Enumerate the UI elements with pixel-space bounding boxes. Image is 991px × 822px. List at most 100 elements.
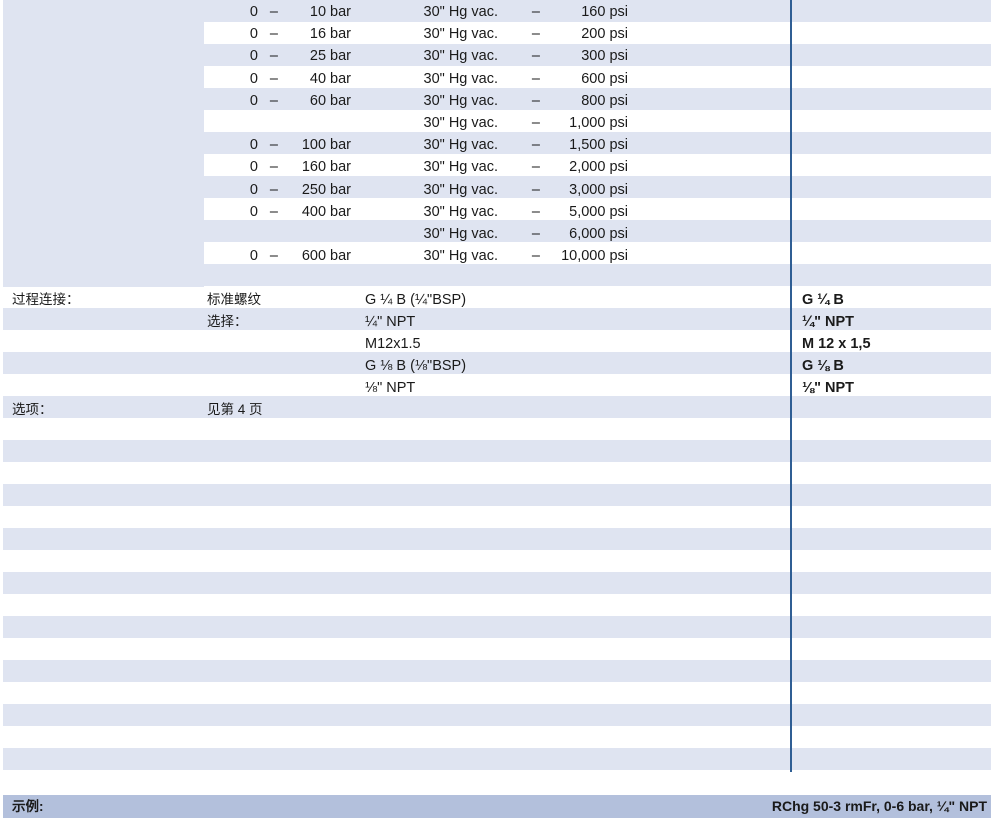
range-vacuum: 30" Hg vac. bbox=[423, 226, 498, 242]
table-row-stripe bbox=[3, 616, 991, 638]
range-dash: – bbox=[269, 48, 278, 65]
range-vacuum: 30" Hg vac. bbox=[423, 70, 498, 87]
range-dash: – bbox=[269, 159, 278, 176]
table-row-stripe bbox=[3, 660, 991, 682]
example-footer: 示例: RChg 50-3 rmFr, 0-6 bar, ¼" NPT bbox=[3, 795, 991, 818]
table-row-stripe bbox=[3, 528, 991, 550]
range-label-panel bbox=[3, 0, 204, 287]
range-bar-max: 60 bar bbox=[309, 92, 351, 109]
table-row-stripe bbox=[3, 748, 991, 770]
range-start: 0 bbox=[249, 203, 258, 220]
range-psi-max: 5,000 psi bbox=[569, 203, 628, 220]
range-dash: – bbox=[269, 26, 278, 43]
range-vacuum: 30" Hg vac. bbox=[423, 181, 498, 198]
table-row-stripe bbox=[3, 704, 991, 726]
range-dash-psi: – bbox=[531, 248, 540, 265]
range-bar-max: 25 bar bbox=[309, 48, 351, 65]
range-dash: – bbox=[269, 203, 278, 220]
range-vacuum: 30" Hg vac. bbox=[423, 248, 498, 265]
range-vacuum: 30" Hg vac. bbox=[423, 137, 498, 154]
range-dash: – bbox=[269, 92, 278, 109]
connection-description: ¼" NPT bbox=[365, 314, 416, 330]
connection-description: G ⅛ B (⅛"BSP) bbox=[365, 358, 467, 374]
range-psi-max: 300 psi bbox=[581, 48, 628, 65]
range-dash-psi: – bbox=[531, 92, 540, 109]
table-row-stripe bbox=[3, 396, 991, 418]
range-dash: – bbox=[269, 248, 278, 265]
table-row-stripe bbox=[3, 462, 991, 484]
table-row-stripe bbox=[3, 506, 991, 528]
range-psi-max: 1,000 psi bbox=[569, 115, 628, 131]
connection-description: G ¼ B (¼"BSP) bbox=[365, 292, 467, 308]
range-dash: – bbox=[269, 4, 278, 20]
range-vacuum: 30" Hg vac. bbox=[423, 92, 498, 109]
range-psi-max: 6,000 psi bbox=[569, 226, 628, 242]
table-row-stripe bbox=[3, 682, 991, 704]
range-psi-max: 10,000 psi bbox=[561, 248, 628, 265]
range-start: 0 bbox=[249, 248, 258, 265]
range-start: 0 bbox=[249, 48, 258, 65]
connection-code: ⅛" NPT bbox=[802, 380, 854, 396]
connection-description: ⅛" NPT bbox=[365, 380, 416, 396]
range-dash-psi: – bbox=[531, 70, 540, 87]
range-vacuum: 30" Hg vac. bbox=[423, 48, 498, 65]
connection-code: G ¼ B bbox=[802, 292, 844, 308]
range-start: 0 bbox=[249, 137, 258, 154]
range-dash-psi: – bbox=[531, 115, 540, 131]
range-start: 0 bbox=[249, 4, 258, 20]
table-row-stripe bbox=[3, 440, 991, 462]
range-dash-psi: – bbox=[531, 181, 540, 198]
range-vacuum: 30" Hg vac. bbox=[423, 115, 498, 131]
range-psi-max: 200 psi bbox=[581, 26, 628, 43]
range-dash: – bbox=[269, 181, 278, 198]
connection-code: ¼" NPT bbox=[802, 314, 854, 330]
range-bar-max: 400 bar bbox=[301, 203, 351, 220]
range-dash-psi: – bbox=[531, 203, 540, 220]
table-row-stripe bbox=[3, 726, 991, 748]
option-label: 选择： bbox=[207, 314, 248, 329]
range-vacuum: 30" Hg vac. bbox=[423, 159, 498, 176]
range-dash-psi: – bbox=[531, 48, 540, 65]
range-bar-max: 250 bar bbox=[301, 181, 351, 198]
connection-code: M 12 x 1,5 bbox=[802, 336, 871, 352]
range-psi-max: 3,000 psi bbox=[569, 181, 628, 198]
process-connection-label: 过程连接： bbox=[12, 292, 80, 307]
table-row-stripe bbox=[3, 550, 991, 572]
range-dash-psi: – bbox=[531, 226, 540, 242]
table-row-stripe bbox=[3, 594, 991, 616]
range-vacuum: 30" Hg vac. bbox=[423, 26, 498, 43]
range-vacuum: 30" Hg vac. bbox=[423, 4, 498, 20]
range-psi-max: 160 psi bbox=[581, 4, 628, 20]
range-bar-max: 100 bar bbox=[301, 137, 351, 154]
table-row-stripe bbox=[3, 484, 991, 506]
range-psi-max: 800 psi bbox=[581, 92, 628, 109]
range-bar-max: 160 bar bbox=[301, 159, 351, 176]
table-row-stripe bbox=[3, 572, 991, 594]
range-dash: – bbox=[269, 137, 278, 154]
range-start: 0 bbox=[249, 92, 258, 109]
options-label: 选项： bbox=[12, 402, 53, 417]
options-value: 见第 4 页 bbox=[207, 402, 263, 417]
range-start: 0 bbox=[249, 26, 258, 43]
range-bar-max: 10 bar bbox=[309, 4, 351, 20]
range-dash-psi: – bbox=[531, 159, 540, 176]
range-dash: – bbox=[269, 70, 278, 87]
range-dash-psi: – bbox=[531, 137, 540, 154]
range-vacuum: 30" Hg vac. bbox=[423, 203, 498, 220]
column-divider bbox=[790, 0, 792, 772]
range-bar-max: 40 bar bbox=[309, 70, 351, 87]
range-dash-psi: – bbox=[531, 4, 540, 20]
table-row-stripe bbox=[3, 418, 991, 440]
table-row-stripe bbox=[3, 638, 991, 660]
connection-description: M12x1.5 bbox=[365, 336, 421, 352]
range-start: 0 bbox=[249, 181, 258, 198]
range-psi-max: 600 psi bbox=[581, 70, 628, 87]
example-code: RChg 50-3 rmFr, 0-6 bar, ¼" NPT bbox=[771, 798, 987, 814]
range-dash-psi: – bbox=[531, 26, 540, 43]
standard-thread-label: 标准螺纹 bbox=[207, 292, 261, 307]
connection-code: G ⅛ B bbox=[802, 358, 844, 374]
range-start: 0 bbox=[249, 70, 258, 87]
example-label: 示例: bbox=[12, 799, 44, 814]
range-psi-max: 1,500 psi bbox=[569, 137, 628, 154]
range-start: 0 bbox=[249, 159, 258, 176]
